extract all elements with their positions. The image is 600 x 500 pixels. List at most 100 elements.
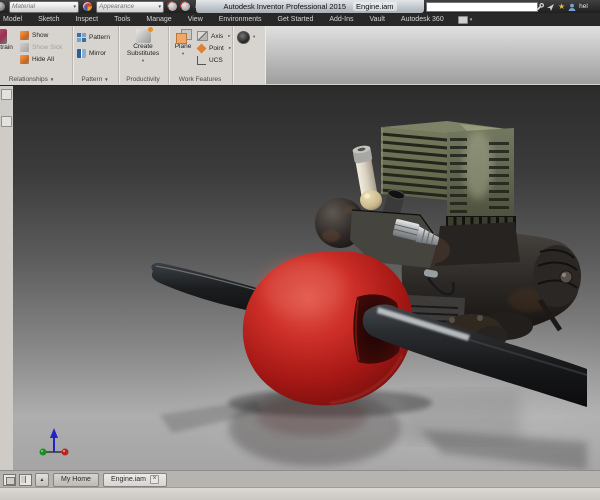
screen-icon bbox=[458, 16, 468, 24]
axis-button[interactable]: Axis ▸ bbox=[197, 30, 231, 42]
workspace bbox=[0, 86, 600, 470]
tab-view[interactable]: View bbox=[180, 16, 211, 23]
chevron-down-icon: ▾ bbox=[253, 34, 255, 40]
browser-assembly-icon[interactable] bbox=[1, 116, 12, 127]
flyout-caret-icon: ▸ bbox=[228, 33, 230, 39]
mirror-button[interactable]: Mirror bbox=[77, 47, 110, 59]
close-icon[interactable]: × bbox=[150, 475, 159, 484]
flyout-caret-icon: ▸ bbox=[229, 45, 231, 51]
axis-icon bbox=[197, 31, 208, 41]
relationships-group-label[interactable]: Relationships ▼ bbox=[0, 76, 72, 83]
material-dropdown-label: Material bbox=[12, 3, 35, 10]
appearance-ball-icon[interactable] bbox=[83, 2, 92, 11]
plane-icon bbox=[176, 29, 191, 43]
triad-y-ball bbox=[40, 449, 47, 456]
tab-autodesk-360[interactable]: Autodesk 360 bbox=[393, 16, 452, 23]
tab-add-ins[interactable]: Add-Ins bbox=[321, 16, 361, 23]
ribbon-tab-row: Model Sketch Inspect Tools Manage View E… bbox=[0, 13, 600, 26]
extra-tool-button[interactable]: ▾ bbox=[237, 31, 255, 43]
document-title: Engine.iam bbox=[353, 2, 397, 11]
clipped-tool-icon[interactable] bbox=[0, 2, 5, 11]
relationships-small-buttons: Show Show Sick Hide All bbox=[20, 29, 62, 65]
ribbon-group-pattern: Pattern Mirror Pattern ▼ bbox=[72, 26, 119, 84]
ball-joint[interactable] bbox=[360, 190, 382, 210]
user-icon[interactable] bbox=[568, 3, 576, 11]
create-substitutes-icon bbox=[136, 29, 151, 43]
ribbon-empty-area bbox=[265, 26, 600, 84]
hide-all-button[interactable]: Hide All bbox=[20, 53, 62, 65]
chevron-down-icon: ▾ bbox=[158, 4, 161, 10]
appearance-dropdown-label: Appearance bbox=[99, 3, 134, 10]
plane-button[interactable]: Plane ▾ bbox=[171, 29, 195, 57]
tab-tools[interactable]: Tools bbox=[106, 16, 138, 23]
titlebar-icons: ★ hel bbox=[536, 0, 588, 13]
ribbon: Constrain Show Show Sick Hide All Relati… bbox=[0, 26, 600, 86]
star-icon[interactable]: ★ bbox=[558, 2, 565, 11]
chevron-down-icon: ▾ bbox=[470, 17, 473, 23]
chevron-down-icon: ▼ bbox=[50, 77, 54, 82]
point-button[interactable]: Point ▸ bbox=[197, 42, 231, 54]
constrain-button[interactable]: Constrain bbox=[0, 29, 12, 51]
app-title: Autodesk Inventor Professional 2015 bbox=[223, 2, 346, 11]
expand-tabs-button[interactable]: ▲ bbox=[35, 473, 49, 487]
mirror-icon bbox=[77, 49, 86, 58]
backplate-bolt bbox=[560, 271, 572, 283]
tab-get-started[interactable]: Get Started bbox=[270, 16, 322, 23]
tab-environments[interactable]: Environments bbox=[211, 16, 270, 23]
ucs-icon bbox=[197, 56, 206, 65]
pattern-group-label[interactable]: Pattern ▼ bbox=[72, 76, 118, 83]
create-substitutes-button[interactable]: Create Substitutes ▾ bbox=[120, 29, 166, 64]
status-bar bbox=[0, 487, 600, 500]
tab-sketch[interactable]: Sketch bbox=[30, 16, 67, 23]
backplate[interactable] bbox=[533, 245, 581, 307]
show-button[interactable]: Show bbox=[20, 29, 62, 41]
up-arrow-icon: ▲ bbox=[40, 477, 45, 483]
productivity-group-label: Productivity bbox=[118, 76, 168, 83]
user-name-text[interactable]: hel bbox=[579, 3, 588, 10]
wrench-icon[interactable] bbox=[536, 3, 544, 11]
material-dropdown[interactable]: Material ▾ bbox=[9, 1, 79, 13]
show-sick-icon bbox=[20, 43, 29, 52]
ribbon-group-work-features: Plane ▾ Axis ▸ Point ▸ UCS bbox=[168, 26, 233, 84]
tab-inspect[interactable]: Inspect bbox=[67, 16, 106, 23]
ribbon-group-relationships: Constrain Show Show Sick Hide All Relati… bbox=[0, 26, 73, 84]
sphere-tool-icon bbox=[237, 31, 250, 44]
hide-all-icon bbox=[20, 55, 29, 64]
send-icon[interactable] bbox=[547, 3, 555, 11]
chevron-down-icon: ▼ bbox=[104, 77, 108, 82]
adjust-appearance-icon[interactable] bbox=[168, 2, 177, 11]
tile-windows-icon[interactable] bbox=[19, 474, 32, 486]
browser-panel-strip[interactable] bbox=[0, 86, 14, 470]
triad-x-ball bbox=[62, 449, 69, 456]
scene-3d[interactable] bbox=[13, 86, 600, 470]
chevron-down-icon: ▾ bbox=[73, 4, 76, 10]
browser-document-icon[interactable] bbox=[1, 89, 12, 100]
chevron-down-icon: ▾ bbox=[182, 50, 184, 57]
ribbon-group-extra: ▾ bbox=[232, 26, 265, 84]
search-input[interactable] bbox=[426, 2, 538, 12]
chevron-down-icon: ▾ bbox=[142, 57, 144, 64]
cascade-windows-icon[interactable] bbox=[3, 474, 16, 486]
tab-engine-iam[interactable]: Engine.iam × bbox=[103, 473, 167, 487]
point-icon bbox=[197, 43, 207, 53]
tab-manage[interactable]: Manage bbox=[138, 16, 179, 23]
ribbon-display-toggle[interactable]: ▾ bbox=[458, 16, 473, 24]
title-bar: Material ▾ Appearance ▾ fx Autodesk Inve… bbox=[0, 0, 600, 13]
tab-vault[interactable]: Vault bbox=[361, 16, 392, 23]
tab-model[interactable]: Model bbox=[0, 16, 30, 23]
appearance-dropdown[interactable]: Appearance ▾ bbox=[96, 1, 164, 13]
inventor-window: Material ▾ Appearance ▾ fx Autodesk Inve… bbox=[0, 0, 600, 500]
ribbon-group-productivity: Create Substitutes ▾ Productivity bbox=[118, 26, 169, 84]
constrain-label: Constrain bbox=[0, 44, 13, 51]
tab-my-home[interactable]: My Home bbox=[53, 473, 99, 487]
show-sick-button[interactable]: Show Sick bbox=[20, 41, 62, 53]
constrain-icon bbox=[0, 29, 7, 44]
clear-appearance-icon[interactable] bbox=[181, 2, 190, 11]
pattern-button[interactable]: Pattern bbox=[77, 31, 110, 43]
viewport-3d[interactable] bbox=[13, 86, 600, 470]
pattern-icon bbox=[77, 33, 86, 42]
window-title: Autodesk Inventor Professional 2015 Engi… bbox=[196, 0, 424, 13]
quick-access-toolbar: Material ▾ Appearance ▾ fx bbox=[0, 0, 212, 13]
ucs-button[interactable]: UCS bbox=[197, 54, 231, 66]
document-tab-bar: ▲ My Home Engine.iam × bbox=[0, 470, 600, 488]
